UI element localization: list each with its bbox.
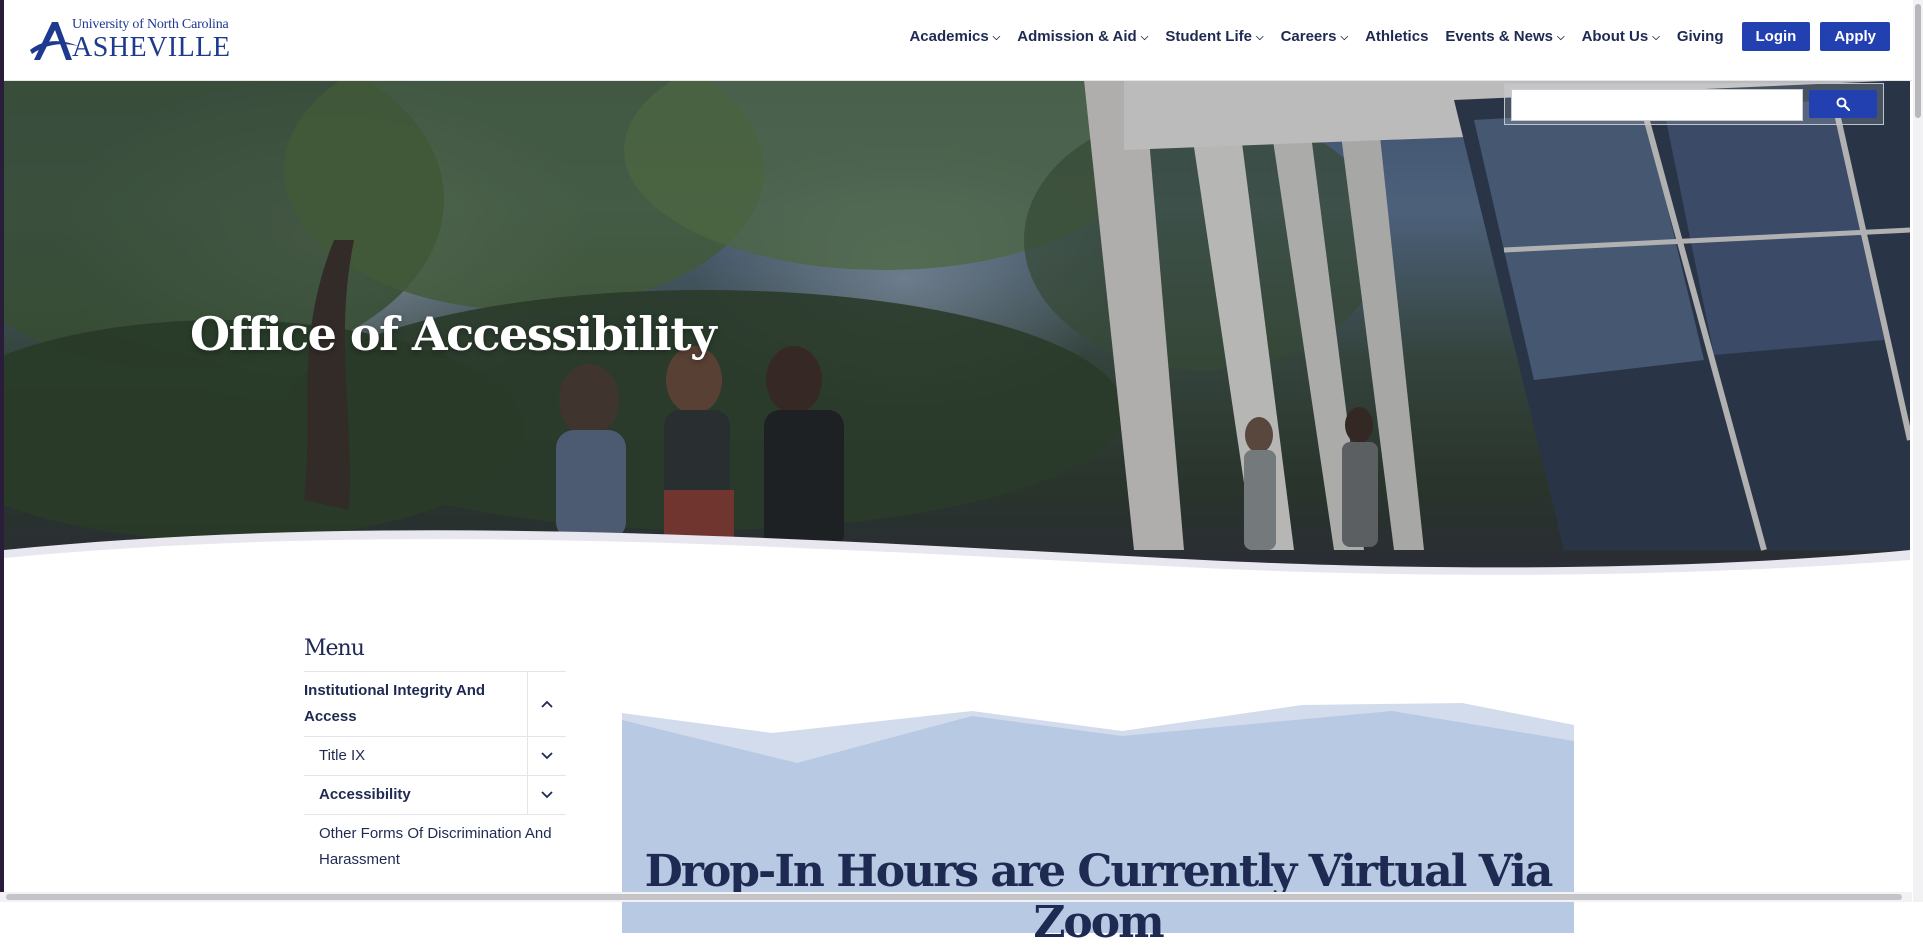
chevron-down-icon: ⌵ bbox=[1340, 32, 1349, 43]
menu-item-institutional-integrity: Institutional Integrity And Access bbox=[304, 672, 566, 737]
university-logo[interactable]: University of North Carolina ASHEVILLE bbox=[28, 14, 238, 66]
chevron-down-icon[interactable] bbox=[527, 737, 566, 775]
nav-label: Giving bbox=[1676, 28, 1724, 45]
menu-link[interactable]: Institutional Integrity And Access bbox=[304, 672, 527, 736]
chevron-down-icon: ⌵ bbox=[1652, 32, 1660, 43]
logo-line-1: University of North Carolina bbox=[72, 17, 229, 32]
nav-label: Academics bbox=[909, 28, 989, 45]
scrollbar-thumb[interactable] bbox=[6, 894, 1902, 900]
window-edge bbox=[0, 0, 4, 902]
site-header: University of North Carolina ASHEVILLE A… bbox=[4, 0, 1912, 81]
nav-label: Careers bbox=[1280, 28, 1337, 45]
logo-line-2: ASHEVILLE bbox=[72, 32, 231, 63]
nav-label: Events & News bbox=[1445, 28, 1553, 45]
apply-button[interactable]: Apply bbox=[1820, 22, 1890, 51]
nav-academics[interactable]: Academics ⌵ bbox=[909, 28, 1000, 45]
hero-wave-divider bbox=[4, 530, 1910, 590]
menu-link[interactable]: Other Forms Of Discrimination And Harass… bbox=[304, 815, 566, 879]
scrollbar-thumb[interactable] bbox=[1915, 4, 1921, 118]
nav-careers[interactable]: Careers ⌵ bbox=[1281, 28, 1348, 45]
menu-title: Menu bbox=[304, 636, 365, 661]
chevron-down-icon: ⌵ bbox=[1140, 32, 1149, 43]
sidebar-menu: Menu Institutional Integrity And Access … bbox=[304, 636, 566, 879]
nav-about-us[interactable]: About Us ⌵ bbox=[1582, 28, 1660, 45]
nav-athletics[interactable]: Athletics bbox=[1365, 28, 1428, 45]
chevron-up-icon[interactable] bbox=[527, 672, 566, 736]
nav-events-news[interactable]: Events & News ⌵ bbox=[1445, 28, 1564, 45]
nav-label: Athletics bbox=[1365, 28, 1429, 45]
search-box bbox=[1504, 83, 1884, 125]
main-nav: Academics ⌵ Admission & Aid ⌵ Student Life… bbox=[892, 22, 1890, 51]
search-input[interactable] bbox=[1511, 89, 1803, 121]
chevron-down-icon: ⌵ bbox=[1556, 32, 1565, 43]
menu-item-title-ix: Title IX bbox=[304, 737, 566, 776]
nav-label: About Us bbox=[1581, 28, 1649, 45]
search-button[interactable] bbox=[1809, 90, 1877, 118]
nav-giving[interactable]: Giving bbox=[1677, 28, 1724, 45]
horizontal-scrollbar[interactable] bbox=[0, 892, 1912, 902]
chevron-down-icon: ⌵ bbox=[992, 32, 1001, 43]
menu-item-accessibility: Accessibility bbox=[304, 776, 566, 815]
vertical-scrollbar[interactable] bbox=[1913, 0, 1923, 902]
nav-admission-aid[interactable]: Admission & Aid ⌵ bbox=[1017, 28, 1148, 45]
page-title: Office of Accessibility bbox=[190, 306, 717, 361]
nav-label: Admission & Aid bbox=[1017, 28, 1137, 45]
hero-banner: Office of Accessibility bbox=[4, 80, 1910, 590]
menu-link[interactable]: Title IX bbox=[304, 737, 527, 775]
nav-label: Student Life bbox=[1165, 28, 1252, 45]
chevron-down-icon[interactable] bbox=[527, 776, 566, 814]
search-icon bbox=[1836, 97, 1850, 111]
login-button[interactable]: Login bbox=[1741, 22, 1811, 51]
nav-student-life[interactable]: Student Life ⌵ bbox=[1165, 28, 1263, 45]
menu-list: Institutional Integrity And Access Title… bbox=[304, 671, 566, 879]
menu-link[interactable]: Accessibility bbox=[304, 776, 527, 814]
chevron-down-icon: ⌵ bbox=[1255, 32, 1264, 43]
menu-item-other-discrimination: Other Forms Of Discrimination And Harass… bbox=[304, 815, 566, 879]
